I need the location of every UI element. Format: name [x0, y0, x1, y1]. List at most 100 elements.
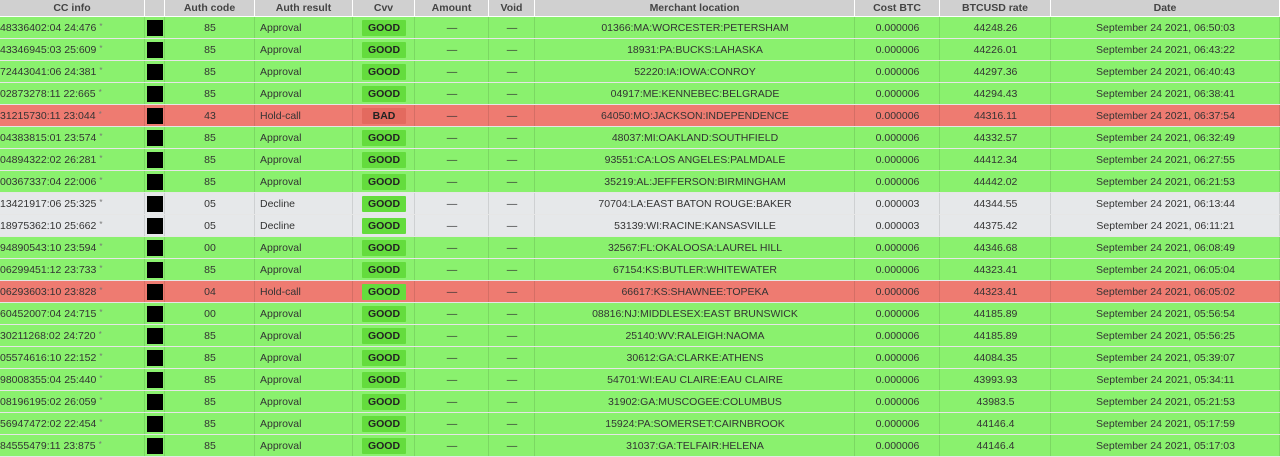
cvv-badge: GOOD — [362, 349, 406, 366]
table-row[interactable]: 94890543:10 23:594 * 00 Approval GOOD — —32567… — [0, 237, 1280, 259]
date-cell: September 24 2021, 06:37:54 — [1051, 105, 1280, 127]
date-cell: September 24 2021, 05:56:25 — [1051, 325, 1280, 347]
cc-info-cell: 00367337:04 22:006 * — [0, 171, 145, 193]
auth-code-cell: 85 — [165, 171, 255, 193]
cc-info-cell: 04894322:02 26:281 * — [0, 149, 145, 171]
redaction-cell — [145, 281, 165, 303]
redaction-cell — [145, 83, 165, 105]
redaction-box — [147, 415, 163, 432]
redaction-box — [147, 393, 163, 410]
cvv-cell: GOOD — [353, 237, 415, 259]
amount-cell: — — [415, 325, 489, 347]
table-row[interactable]: 00367337:04 22:006 * 85 Approval GOOD — —35219… — [0, 171, 1280, 193]
void-cell: — — [489, 303, 535, 325]
cvv-cell: BAD — [353, 105, 415, 127]
table-row[interactable]: 56947472:02 22:454 * 85 Approval GOOD — —15924… — [0, 413, 1280, 435]
auth-result-cell: Approval — [255, 303, 353, 325]
cost-btc-cell: 0.000006 — [855, 259, 940, 281]
header-blank[interactable] — [145, 0, 165, 17]
header-auth-result[interactable]: Auth result — [255, 0, 353, 17]
header-auth-code[interactable]: Auth code — [165, 0, 255, 17]
header-cost-btc[interactable]: Cost BTC — [855, 0, 940, 17]
cost-btc-cell: 0.000006 — [855, 369, 940, 391]
void-cell: — — [489, 105, 535, 127]
cc-info-text: 02873278:11 22:665 — [0, 87, 96, 100]
table-row[interactable]: 30211268:02 24:720 * 85 Approval GOOD — —25140… — [0, 325, 1280, 347]
table-row[interactable]: 48336402:04 24:476 * 85 Approval GOOD — —01366… — [0, 17, 1280, 39]
cvv-cell: GOOD — [353, 215, 415, 237]
merchant-location-cell: 35219:AL:JEFFERSON:BIRMINGHAM — [535, 171, 855, 193]
cc-info-cell: 48336402:04 24:476 * — [0, 17, 145, 39]
auth-result-cell: Approval — [255, 39, 353, 61]
table-row[interactable]: 84555479:11 23:875 * 85 Approval GOOD — —31037… — [0, 435, 1280, 457]
cvv-badge: GOOD — [362, 195, 406, 212]
cvv-badge: GOOD — [362, 239, 406, 256]
table-row[interactable]: 13421917:06 25:325 * 05 Decline GOOD — —70704:… — [0, 193, 1280, 215]
cc-info-cell: 43346945:03 25:609 * — [0, 39, 145, 61]
btcusd-rate-cell: 44185.89 — [940, 303, 1051, 325]
btcusd-rate-cell: 44297.36 — [940, 61, 1051, 83]
amount-cell: — — [415, 39, 489, 61]
table-row[interactable]: 72443041:06 24:381 * 85 Approval GOOD — —52220… — [0, 61, 1280, 83]
auth-code-cell: 85 — [165, 369, 255, 391]
date-cell: September 24 2021, 05:39:07 — [1051, 347, 1280, 369]
table-row[interactable]: 04383815:01 23:574 * 85 Approval GOOD — —48037… — [0, 127, 1280, 149]
merchant-location-cell: 31902:GA:MUSCOGEE:COLUMBUS — [535, 391, 855, 413]
cc-info-marker: * — [99, 197, 103, 207]
amount-cell: — — [415, 171, 489, 193]
btcusd-rate-cell: 44084.35 — [940, 347, 1051, 369]
redaction-cell — [145, 391, 165, 413]
table-row[interactable]: 60452007:04 24:715 * 00 Approval GOOD — —08816… — [0, 303, 1280, 325]
merchant-location-cell: 70704:LA:EAST BATON ROUGE:BAKER — [535, 193, 855, 215]
table-row[interactable]: 02873278:11 22:665 * 85 Approval GOOD — —04917… — [0, 83, 1280, 105]
auth-code-cell: 85 — [165, 435, 255, 457]
cc-info-text: 13421917:06 25:325 — [0, 197, 97, 210]
header-date[interactable]: Date — [1051, 0, 1280, 17]
cost-btc-cell: 0.000006 — [855, 413, 940, 435]
table-row[interactable]: 04894322:02 26:281 * 85 Approval GOOD — —93551… — [0, 149, 1280, 171]
redaction-box — [147, 19, 163, 36]
cc-info-cell: 30211268:02 24:720 * — [0, 325, 145, 347]
auth-result-cell: Hold-call — [255, 105, 353, 127]
table-row[interactable]: 98008355:04 25:440 * 85 Approval GOOD — —54701… — [0, 369, 1280, 391]
table-row[interactable]: 31215730:11 23:044 * 43 Hold-call BAD — —64050… — [0, 105, 1280, 127]
cc-info-marker: * — [98, 87, 102, 97]
table-row[interactable]: 18975362:10 25:662 * 05 Decline GOOD — —53139:… — [0, 215, 1280, 237]
cc-info-text: 18975362:10 25:662 — [0, 219, 97, 232]
table-row[interactable]: 06293603:10 23:828 * 04 Hold-call GOOD — —6661… — [0, 281, 1280, 303]
cc-info-marker: * — [99, 153, 103, 163]
btcusd-rate-cell: 44294.43 — [940, 83, 1051, 105]
header-cvv[interactable]: Cvv — [353, 0, 415, 17]
table-row[interactable]: 43346945:03 25:609 * 85 Approval GOOD — —18931… — [0, 39, 1280, 61]
amount-cell: — — [415, 237, 489, 259]
merchant-location-cell: 66617:KS:SHAWNEE:TOPEKA — [535, 281, 855, 303]
header-merchant-location[interactable]: Merchant location — [535, 0, 855, 17]
header-btcusd-rate[interactable]: BTCUSD rate — [940, 0, 1051, 17]
cost-btc-cell: 0.000006 — [855, 347, 940, 369]
void-cell: — — [489, 413, 535, 435]
table-row[interactable]: 05574616:10 22:152 * 85 Approval GOOD — —30612… — [0, 347, 1280, 369]
date-cell: September 24 2021, 06:32:49 — [1051, 127, 1280, 149]
btcusd-rate-cell: 44332.57 — [940, 127, 1051, 149]
auth-result-cell: Approval — [255, 413, 353, 435]
auth-result-cell: Approval — [255, 61, 353, 83]
header-cc-info[interactable]: CC info — [0, 0, 145, 17]
cvv-cell: GOOD — [353, 413, 415, 435]
cc-info-text: 72443041:06 24:381 — [0, 65, 97, 78]
header-void[interactable]: Void — [489, 0, 535, 17]
redaction-cell — [145, 105, 165, 127]
date-cell: September 24 2021, 06:50:03 — [1051, 17, 1280, 39]
void-cell: — — [489, 215, 535, 237]
btcusd-rate-cell: 44146.4 — [940, 435, 1051, 457]
redaction-box — [147, 63, 163, 80]
table-row[interactable]: 08196195:02 26:059 * 85 Approval GOOD — —31902… — [0, 391, 1280, 413]
cc-info-marker: * — [99, 263, 103, 273]
amount-cell: — — [415, 149, 489, 171]
header-amount[interactable]: Amount — [415, 0, 489, 17]
date-cell: September 24 2021, 06:43:22 — [1051, 39, 1280, 61]
cc-info-text: 43346945:03 25:609 — [0, 43, 97, 56]
redaction-box — [147, 107, 163, 124]
auth-result-cell: Approval — [255, 127, 353, 149]
table-row[interactable]: 06299451:12 23:733 * 85 Approval GOOD — —67154… — [0, 259, 1280, 281]
redaction-cell — [145, 127, 165, 149]
